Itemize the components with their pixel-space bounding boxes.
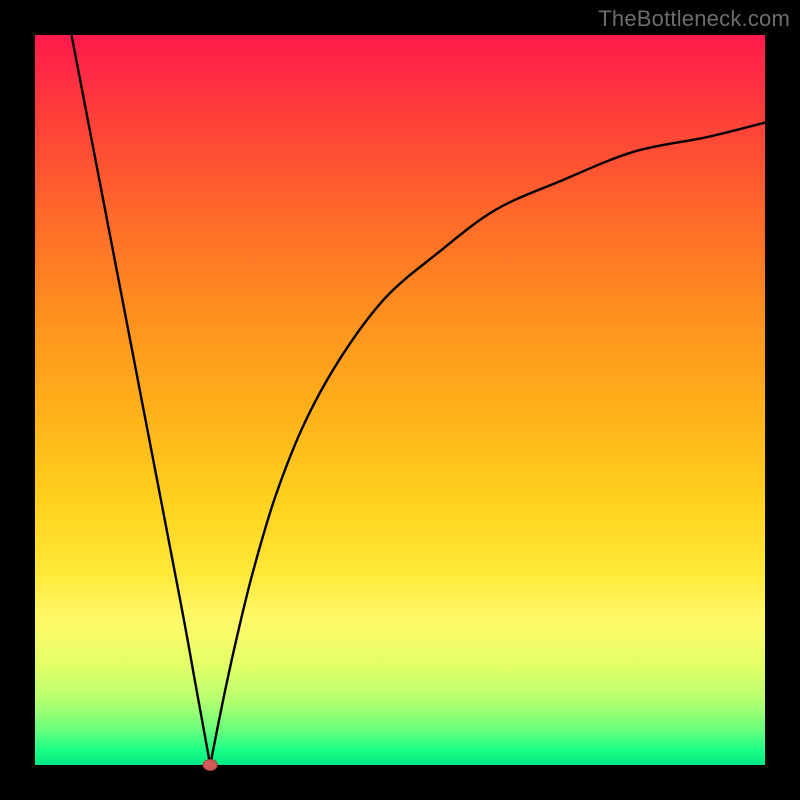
chart-frame: TheBottleneck.com bbox=[0, 0, 800, 800]
curve-left-branch bbox=[72, 35, 211, 765]
watermark-text: TheBottleneck.com bbox=[598, 6, 790, 32]
curve-right-branch bbox=[210, 123, 765, 765]
optimum-marker bbox=[203, 760, 217, 771]
bottleneck-curve-layer bbox=[35, 35, 765, 765]
